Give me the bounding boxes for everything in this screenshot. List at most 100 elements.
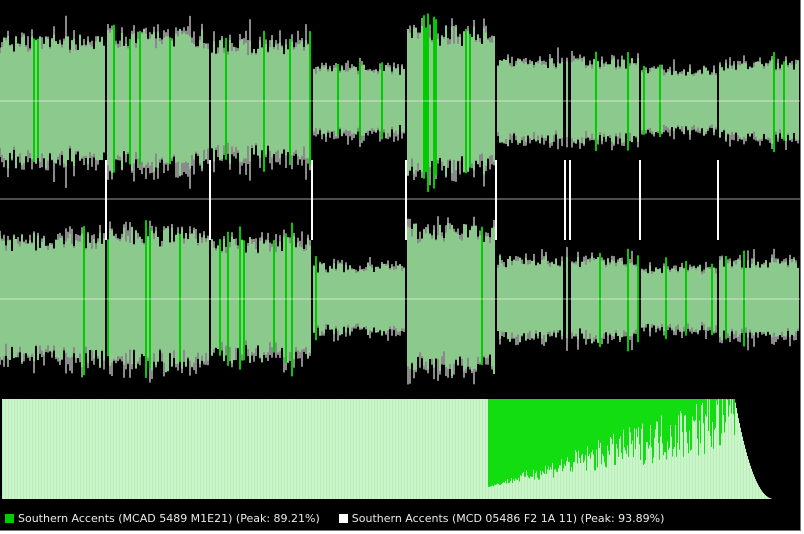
peak-bar-track-b [289,399,290,499]
peak-bar-track-b [73,399,74,499]
peak-bar-track-b [214,399,215,499]
peak-bar-track-b [88,399,89,499]
peak-bar-track-b [408,399,409,499]
peak-bar-track-b [423,399,424,499]
peak-bar-track-a [710,399,711,436]
peak-bar-track-a [628,399,629,457]
peak-bar-track-a [688,399,689,454]
peak-bar-track-b [44,399,45,499]
peak-bar-track-a [670,399,671,426]
peak-bar-track-b [299,399,300,499]
peak-bar-track-b [294,399,295,499]
peak-bar-track-b [436,399,437,499]
peak-bar-track-b [349,399,350,499]
peak-bar-track-b [84,399,85,499]
peak-bar-track-b [746,452,747,499]
peak-bar-track-b [447,399,448,499]
peak-bar-track-a [491,399,492,487]
peak-bar-track-b [718,399,719,499]
peak-bar-track-b [341,399,342,499]
peak-bar-track-b [75,399,76,499]
peak-bar-track-b [235,399,236,499]
peak-bar-track-b [454,399,455,499]
peak-bar-track-b [735,402,736,499]
peak-bar-track-a [560,399,561,466]
peak-bar-track-b [25,399,26,499]
peak-bar-track-a [534,399,535,480]
peak-bar-track-b [309,399,310,499]
peak-bar-track-a [555,399,556,470]
peak-bar-track-a [540,399,541,471]
peak-bar-track-b [458,399,459,499]
peak-bar-track-b [314,399,315,499]
legend-label-track-b: Southern Accents (MCD 05486 F2 1A 11) (P… [351,511,665,525]
peak-bar-track-a [600,399,601,443]
peak-bar-track-b [125,399,126,499]
peak-bar-track-b [211,399,212,499]
peak-bar-track-b [199,399,200,499]
peak-bar-track-b [168,399,169,499]
peak-bar-track-b [198,399,199,499]
peak-bar-track-b [257,399,258,499]
peak-bar-track-b [66,399,67,499]
peak-bar-track-a [535,399,536,474]
peak-bar-track-b [127,399,128,499]
peak-bar-track-a [567,399,568,458]
peak-bar-track-b [210,399,211,499]
peak-bar-track-b [762,491,763,499]
peak-bar-track-a [702,399,703,403]
peak-bar-track-a [672,399,673,457]
peak-bar-track-b [760,488,761,499]
peak-bar-track-b [250,399,251,499]
peak-bar-track-a [532,399,533,477]
peak-bar-track-a [575,399,576,451]
peak-bar-track-a [724,399,725,433]
peak-bar-track-a [686,399,687,432]
peak-bar-track-b [89,399,90,499]
peak-bar-track-b [743,440,744,499]
peak-bar-track-a [518,399,519,478]
peak-bar-track-b [750,465,751,499]
peak-bar-track-b [378,399,379,499]
peak-bar-track-b [748,459,749,499]
peak-bar-track-b [200,399,201,499]
peak-bar-track-b [345,399,346,499]
peak-bar-track-b [417,399,418,499]
peak-bar-track-b [188,399,189,499]
peak-bar-track-b [109,399,110,499]
peak-bar-track-a [554,399,555,470]
peak-bar-track-b [90,399,91,499]
peak-bar-track-b [311,399,312,499]
peak-bar-track-b [438,399,439,499]
peak-bar-track-b [323,399,324,499]
peak-bar-track-a [536,399,537,472]
peak-bar-track-a [586,399,587,471]
peak-bar-track-b [269,399,270,499]
peak-bar-track-b [7,399,8,499]
peak-bar-track-a [556,399,557,472]
peak-bar-track-a [666,399,667,460]
peak-bar-track-a [632,399,633,441]
legend-swatch-track-b [338,513,348,523]
peak-bar-track-b [58,399,59,499]
waveform-display[interactable] [0,0,800,398]
peak-bar-track-b [217,399,218,499]
peak-bar-track-b [187,399,188,499]
peak-bar-track-a [505,399,506,481]
peak-bar-track-a [682,399,683,433]
peak-bar-track-b [172,399,173,499]
peak-bar-track-b [730,399,731,499]
peak-bar-track-b [329,399,330,499]
peak-bar-track-b [23,399,24,499]
peak-bar-track-a [561,399,562,460]
peak-bar-track-b [395,399,396,499]
peak-bar-track-a [550,399,551,468]
peak-bar-track-b [768,497,769,499]
peak-bar-track-b [184,399,185,499]
peak-bar-track-b [162,399,163,499]
peak-bar-track-a [621,399,622,453]
peak-bar-track-a [604,399,605,463]
peak-bar-track-a [548,399,549,467]
peak-bar-track-b [296,399,297,499]
peak-bar-track-b [470,399,471,499]
